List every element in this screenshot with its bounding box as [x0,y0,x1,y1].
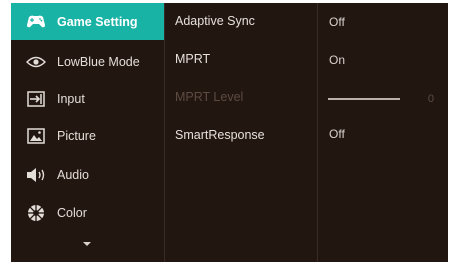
eye-icon [23,52,49,72]
menu-item-game-setting[interactable]: Game Setting [11,3,164,40]
speaker-icon [23,165,49,185]
sub-menu: Adaptive Sync MPRT MPRT Level SmartRespo… [164,3,317,262]
menu-item-label: Color [57,205,87,220]
menu-item-input[interactable]: Input [11,80,164,117]
color-wheel-icon [23,203,49,223]
menu-item-audio[interactable]: Audio [11,156,164,193]
value-panel: Off On 0 Off [317,3,448,262]
submenu-item-mprt[interactable]: MPRT [175,52,210,66]
menu-item-label: Input [57,91,85,106]
menu-item-label: Picture [57,128,96,143]
main-menu: Game Setting LowBlue Mode Input Picture … [11,3,164,262]
picture-icon [23,126,49,146]
menu-item-label: LowBlue Mode [57,54,140,69]
menu-item-label: Audio [57,167,89,182]
mprt-value[interactable]: On [329,53,345,67]
menu-item-lowblue-mode[interactable]: LowBlue Mode [11,43,164,80]
adaptive-sync-value[interactable]: Off [329,15,345,29]
chevron-down-icon[interactable] [83,242,91,246]
mprt-level-slider [328,98,400,100]
menu-item-label: Game Setting [57,14,138,29]
input-icon [23,89,49,109]
smartresponse-value[interactable]: Off [329,127,345,141]
menu-item-color[interactable]: Color [11,194,164,231]
osd-window: Game Setting LowBlue Mode Input Picture … [11,3,448,262]
gamepad-icon [23,12,49,32]
submenu-item-adaptive-sync[interactable]: Adaptive Sync [175,14,255,28]
menu-item-picture[interactable]: Picture [11,117,164,154]
submenu-item-smartresponse[interactable]: SmartResponse [175,128,265,142]
submenu-item-mprt-level: MPRT Level [175,90,244,104]
mprt-level-value: 0 [427,93,434,105]
